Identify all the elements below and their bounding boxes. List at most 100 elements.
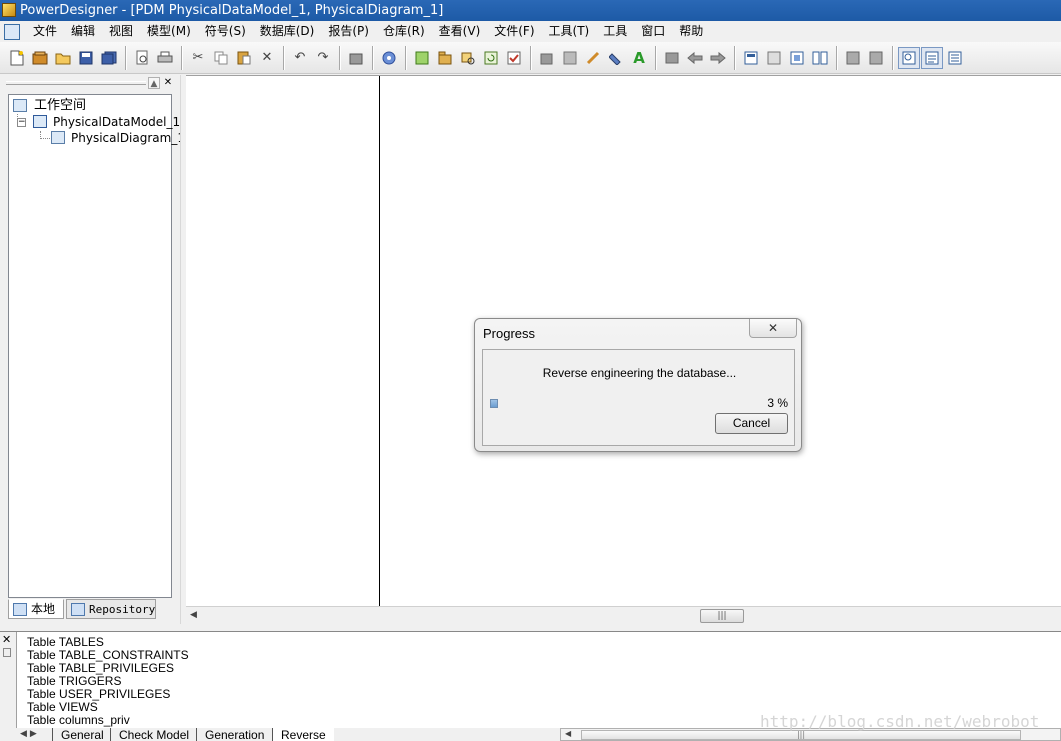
window-title: PowerDesigner - [PDM PhysicalDataModel_1…: [20, 3, 444, 18]
local-icon: [13, 603, 27, 616]
properties-icon[interactable]: [345, 47, 367, 69]
tree-node-model[interactable]: − PhysicalDataModel_1 *: [15, 114, 190, 130]
check-model-icon[interactable]: [503, 47, 525, 69]
scroll-thumb[interactable]: |||: [581, 730, 1021, 740]
tab-generation[interactable]: Generation: [196, 728, 272, 741]
output-line: Table TABLE_PRIVILEGES: [27, 661, 174, 675]
send-to-back-icon[interactable]: [559, 47, 581, 69]
scroll-thumb[interactable]: |||: [700, 609, 744, 623]
font-color-icon[interactable]: A: [628, 47, 650, 69]
cancel-button[interactable]: Cancel: [715, 413, 788, 434]
tree-node-diagram[interactable]: PhysicalDiagram_1: [51, 130, 185, 146]
browser-toggle-icon[interactable]: [898, 46, 920, 69]
tree-connector: [40, 131, 50, 139]
page-boundary: [379, 76, 380, 607]
scroll-left-icon[interactable]: ◀: [190, 610, 197, 620]
cut-icon[interactable]: ✂: [187, 47, 209, 69]
diagram-icon[interactable]: [809, 47, 831, 69]
browser-tree: 工作空间 − PhysicalDataModel_1 * PhysicalDia…: [8, 94, 190, 598]
bring-to-front-icon[interactable]: [536, 47, 558, 69]
tab-navigation-arrows-icon[interactable]: ◀▶: [20, 729, 40, 739]
panel-grip[interactable]: [6, 81, 146, 85]
zoom-out-icon[interactable]: [865, 47, 887, 69]
browser-panel: ▲ ✕ 工作空间 − PhysicalDataModel_1 * Physica…: [0, 75, 190, 624]
close-icon[interactable]: ✕: [2, 633, 11, 646]
view-icon[interactable]: [763, 47, 785, 69]
package-icon[interactable]: [434, 47, 456, 69]
menu-report[interactable]: 报告(P): [321, 21, 376, 42]
fill-color-icon[interactable]: [605, 47, 627, 69]
delete-icon[interactable]: ✕: [256, 47, 278, 69]
collapse-up-icon[interactable]: ▲: [148, 77, 160, 89]
undo-icon[interactable]: ↶: [289, 47, 311, 69]
browser-panel-header: ▲ ✕: [0, 75, 180, 91]
copy-icon[interactable]: [210, 47, 232, 69]
find-object-icon[interactable]: [457, 47, 479, 69]
new-model-icon[interactable]: [411, 47, 433, 69]
main-toolbar: ✂ ✕ ↶ ↷ A: [0, 42, 1061, 74]
menu-model[interactable]: 模型(M): [140, 21, 198, 42]
menu-file-f[interactable]: 文件(F): [487, 21, 541, 42]
menu-bar: 文件 编辑 视图 模型(M) 符号(S) 数据库(D) 报告(P) 仓库(R) …: [0, 21, 1061, 42]
menu-edit[interactable]: 编辑: [64, 21, 102, 42]
output-toggle-icon[interactable]: [921, 46, 943, 69]
pin-icon[interactable]: [3, 648, 11, 657]
dialog-body: Reverse engineering the database... 3 % …: [482, 349, 795, 446]
toolbar-separator: [836, 45, 838, 70]
refresh-icon[interactable]: [480, 47, 502, 69]
tree-label-workspace: 工作空间: [34, 98, 87, 113]
toolbar-separator: [405, 45, 407, 70]
output-line: Table TABLE_CONSTRAINTS: [27, 648, 189, 662]
toolbar-separator: [339, 45, 341, 70]
new-project-icon[interactable]: [29, 47, 51, 69]
close-icon[interactable]: ✕: [162, 77, 174, 89]
save-all-icon[interactable]: [98, 47, 120, 69]
menu-repository[interactable]: 仓库(R): [376, 21, 432, 42]
result-list-icon[interactable]: [944, 47, 966, 69]
close-button[interactable]: ✕: [749, 319, 797, 338]
tree-node-workspace[interactable]: 工作空间: [11, 98, 171, 114]
tab-general[interactable]: General: [52, 728, 110, 741]
canvas-horizontal-scrollbar[interactable]: ◀ |||: [186, 606, 1061, 624]
forward-arrow-icon[interactable]: [707, 47, 729, 69]
open-folder-icon[interactable]: [52, 47, 74, 69]
menu-view[interactable]: 视图: [102, 21, 140, 42]
menu-tools[interactable]: 工具: [596, 21, 634, 42]
tab-check-model[interactable]: Check Model: [110, 728, 196, 741]
new-icon[interactable]: [6, 47, 28, 69]
tab-table-icon[interactable]: [740, 47, 762, 69]
tab-reverse[interactable]: Reverse: [272, 728, 334, 741]
collapse-node-icon[interactable]: −: [17, 118, 26, 127]
menu-database[interactable]: 数据库(D): [253, 21, 322, 42]
save-icon[interactable]: [75, 47, 97, 69]
diagram-icon: [51, 131, 65, 144]
dialog-message: Reverse engineering the database...: [542, 366, 737, 380]
redo-icon[interactable]: ↷: [312, 47, 334, 69]
align-icon[interactable]: [661, 47, 683, 69]
reference-icon[interactable]: [786, 47, 808, 69]
menu-window[interactable]: 窗口: [634, 21, 672, 42]
line-style-icon[interactable]: [582, 47, 604, 69]
menu-tools-t[interactable]: 工具(T): [542, 21, 597, 42]
menu-help[interactable]: 帮助: [672, 21, 710, 42]
paste-icon[interactable]: [233, 47, 255, 69]
tree-label-model: PhysicalDataModel_1 *: [53, 115, 190, 129]
tab-repository[interactable]: Repository: [66, 599, 156, 619]
powerdesigner-app-icon[interactable]: [2, 3, 16, 17]
menu-file[interactable]: 文件: [26, 21, 64, 42]
print-icon[interactable]: [154, 47, 176, 69]
menu-view-v[interactable]: 查看(V): [432, 21, 488, 42]
zoom-in-icon[interactable]: [842, 47, 864, 69]
print-preview-icon[interactable]: [131, 47, 153, 69]
repository-icon: [71, 603, 85, 616]
database-connect-icon[interactable]: [378, 47, 400, 69]
toolbar-separator: [372, 45, 374, 70]
output-splitter[interactable]: [0, 624, 1061, 632]
menu-symbol[interactable]: 符号(S): [198, 21, 253, 42]
document-window-icon[interactable]: [4, 23, 20, 40]
scroll-left-icon[interactable]: ◀: [565, 729, 571, 738]
back-arrow-icon[interactable]: [684, 47, 706, 69]
model-icon: [33, 115, 47, 128]
tab-local[interactable]: 本地: [8, 599, 64, 619]
toolbar-separator: [734, 45, 736, 70]
